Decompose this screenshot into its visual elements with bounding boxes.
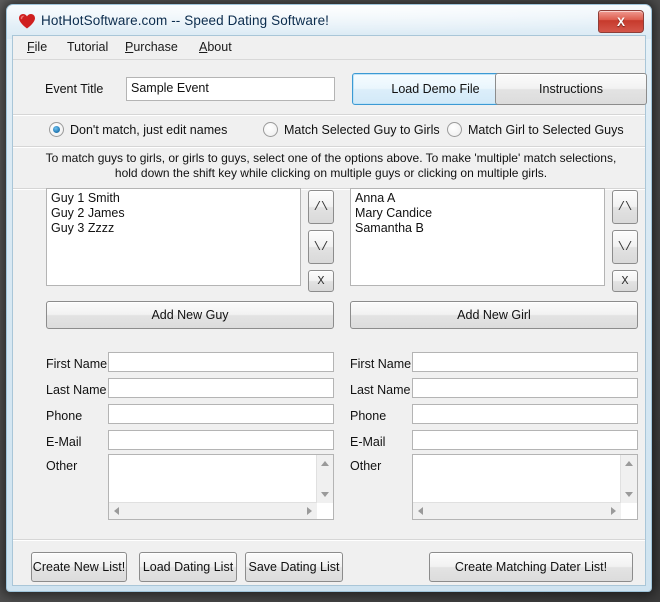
scroll-left-icon[interactable] (114, 507, 119, 515)
guys-email-input[interactable] (108, 430, 334, 450)
menu-item-tutorial[interactable]: Tutorial (65, 40, 110, 54)
client-area: File Tutorial Purchase About Event Title… (12, 35, 646, 586)
window-title: HotHotSoftware.com -- Speed Dating Softw… (41, 13, 329, 28)
close-icon: X (617, 16, 625, 28)
radio-icon-dont-match (49, 122, 64, 137)
girls-email-label: E-Mail (350, 435, 385, 449)
add-new-guy-button[interactable]: Add New Guy (46, 301, 334, 329)
girls-other-vscrollbar[interactable] (620, 455, 637, 503)
girls-other-text[interactable] (413, 455, 621, 503)
guys-listbox[interactable]: Guy 1 Smith Guy 2 James Guy 3 Zzzz (46, 188, 301, 286)
application-window: HotHotSoftware.com -- Speed Dating Softw… (6, 4, 652, 592)
guys-other-textarea[interactable] (108, 454, 334, 520)
girls-first-name-input[interactable] (412, 352, 638, 372)
scroll-right-icon[interactable] (611, 507, 616, 515)
instructions-button[interactable]: Instructions (495, 73, 647, 105)
girls-listbox[interactable]: Anna A Mary Candice Samantha B (350, 188, 605, 286)
menu-item-about[interactable]: About (197, 40, 234, 54)
heart-icon (19, 14, 35, 29)
scroll-right-icon[interactable] (307, 507, 312, 515)
create-new-list-button[interactable]: Create New List! (31, 552, 127, 582)
divider-top (13, 114, 645, 116)
load-dating-list-button[interactable]: Load Dating List (139, 552, 237, 582)
guys-first-name-label: First Name (46, 357, 107, 371)
guys-move-down-button[interactable]: \/ (308, 230, 334, 264)
scroll-down-icon[interactable] (625, 492, 633, 497)
list-item[interactable]: Mary Candice (354, 206, 601, 221)
girls-phone-input[interactable] (412, 404, 638, 424)
girls-move-up-button[interactable]: /\ (612, 190, 638, 224)
girls-other-hscrollbar[interactable] (413, 502, 621, 519)
girls-other-label: Other (350, 459, 381, 473)
guys-delete-button[interactable]: X (308, 270, 334, 292)
list-item[interactable]: Guy 2 James (50, 206, 297, 221)
radio-dont-match[interactable]: Don't match, just edit names (49, 122, 227, 137)
radio-label-match-girl-to-guys: Match Girl to Selected Guys (468, 123, 624, 137)
close-button[interactable]: X (598, 10, 644, 33)
list-item[interactable]: Guy 3 Zzzz (50, 221, 297, 236)
add-new-girl-button[interactable]: Add New Girl (350, 301, 638, 329)
girls-move-down-button[interactable]: \/ (612, 230, 638, 264)
guys-other-text[interactable] (109, 455, 317, 503)
radio-label-match-guy-to-girls: Match Selected Guy to Girls (284, 123, 440, 137)
scroll-left-icon[interactable] (418, 507, 423, 515)
guys-phone-input[interactable] (108, 404, 334, 424)
menu-item-file[interactable]: File (25, 40, 49, 54)
instructions-text: To match guys to girls, or girls to guys… (37, 151, 625, 181)
radio-label-dont-match: Don't match, just edit names (70, 123, 227, 137)
girls-last-name-label: Last Name (350, 383, 410, 397)
create-matching-dater-list-button[interactable]: Create Matching Dater List! (429, 552, 633, 582)
radio-icon-match-girl-to-guys (447, 122, 462, 137)
scroll-down-icon[interactable] (321, 492, 329, 497)
list-item[interactable]: Samantha B (354, 221, 601, 236)
guys-last-name-label: Last Name (46, 383, 106, 397)
girls-other-textarea[interactable] (412, 454, 638, 520)
guys-other-label: Other (46, 459, 77, 473)
girls-delete-button[interactable]: X (612, 270, 638, 292)
menu-item-purchase[interactable]: Purchase (123, 40, 180, 54)
radio-match-guy-to-girls[interactable]: Match Selected Guy to Girls (263, 122, 440, 137)
save-dating-list-button[interactable]: Save Dating List (245, 552, 343, 582)
load-demo-file-button[interactable]: Load Demo File (352, 73, 519, 105)
girls-last-name-input[interactable] (412, 378, 638, 398)
guys-other-hscrollbar[interactable] (109, 502, 317, 519)
list-item[interactable]: Guy 1 Smith (50, 191, 297, 206)
guys-first-name-input[interactable] (108, 352, 334, 372)
guys-last-name-input[interactable] (108, 378, 334, 398)
radio-match-girl-to-guys[interactable]: Match Girl to Selected Guys (447, 122, 624, 137)
radio-icon-match-guy-to-girls (263, 122, 278, 137)
event-title-label: Event Title (45, 82, 103, 96)
guys-email-label: E-Mail (46, 435, 81, 449)
guys-other-vscrollbar[interactable] (316, 455, 333, 503)
list-item[interactable]: Anna A (354, 191, 601, 206)
guys-phone-label: Phone (46, 409, 82, 423)
girls-first-name-label: First Name (350, 357, 411, 371)
titlebar[interactable]: HotHotSoftware.com -- Speed Dating Softw… (7, 5, 651, 38)
girls-phone-label: Phone (350, 409, 386, 423)
divider-bottom (13, 539, 645, 541)
scroll-up-icon[interactable] (321, 461, 329, 466)
scroll-up-icon[interactable] (625, 461, 633, 466)
event-title-input[interactable]: Sample Event (126, 77, 335, 101)
menu-bar: File Tutorial Purchase About (13, 36, 645, 60)
guys-move-up-button[interactable]: /\ (308, 190, 334, 224)
girls-email-input[interactable] (412, 430, 638, 450)
divider-radios (13, 146, 645, 148)
